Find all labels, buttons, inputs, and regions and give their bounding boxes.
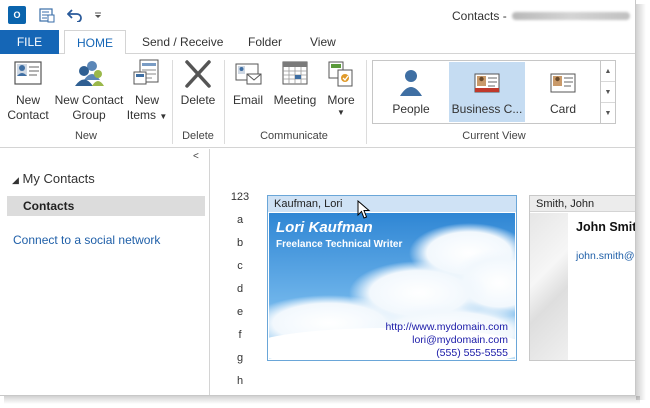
tab-folder[interactable]: Folder xyxy=(246,30,284,54)
new-items-button[interactable]: New Items ▼ xyxy=(124,58,170,124)
card-file-as: Smith, John xyxy=(530,196,635,212)
view-business-cards[interactable]: Business C... xyxy=(449,62,525,122)
undo-icon[interactable] xyxy=(66,6,84,24)
mouse-cursor-icon xyxy=(357,200,371,219)
card-side-graphic xyxy=(530,213,568,360)
alpha-index-123[interactable]: 123 xyxy=(228,191,252,203)
navigation-pane: < ◢ My Contacts Contacts Connect to a so… xyxy=(0,149,210,395)
group-label-delete: Delete xyxy=(182,130,214,142)
email-button[interactable]: Email xyxy=(228,58,268,108)
group-label-new: New xyxy=(74,130,97,142)
delete-button[interactable]: Delete xyxy=(176,58,220,108)
tab-view[interactable]: View xyxy=(308,30,338,54)
tab-home[interactable]: HOME xyxy=(64,30,126,55)
view-card[interactable]: Card xyxy=(527,62,599,122)
alpha-index-c[interactable]: c xyxy=(228,260,252,272)
alpha-index-b[interactable]: b xyxy=(228,237,252,249)
connect-social-link[interactable]: Connect to a social network xyxy=(13,233,160,247)
outlook-icon[interactable]: O xyxy=(8,6,26,24)
contact-group-icon xyxy=(75,61,104,86)
card-view-icon xyxy=(550,73,576,93)
new-items-label-1: New xyxy=(134,93,159,107)
view-card-label: Card xyxy=(549,102,576,116)
window-shadow xyxy=(636,4,646,400)
alpha-index-d[interactable]: d xyxy=(228,283,252,295)
meeting-button[interactable]: Meeting xyxy=(270,58,320,108)
card-email: lori@mydomain.com xyxy=(412,334,508,346)
card-contact-name: Lori Kaufman xyxy=(276,219,373,236)
more-actions-icon xyxy=(328,61,353,87)
business-card-kaufman[interactable]: Kaufman, Lori Lori Kaufman Freelance Tec… xyxy=(267,195,517,361)
new-contact-group-label-1: New Contact xyxy=(54,93,124,107)
card-file-as: Kaufman, Lori xyxy=(268,196,516,212)
view-gallery-scroll: ▲ ▼ ▼ xyxy=(600,60,616,124)
card-website: http://www.mydomain.com xyxy=(385,321,508,333)
alpha-index-h[interactable]: h xyxy=(228,375,252,387)
contacts-content: 123 a b c d e f g h Kaufman, Lori Lori K… xyxy=(211,149,636,395)
meeting-calendar-icon xyxy=(282,61,308,85)
redacted-account xyxy=(512,12,630,20)
current-view-gallery: People Business C... Card xyxy=(372,60,616,124)
view-people-label: People xyxy=(392,102,430,116)
new-items-label-2: Items ▼ xyxy=(126,108,168,122)
scroll-up-icon[interactable]: ▲ xyxy=(601,61,615,82)
card-body: Lori Kaufman Freelance Technical Writer … xyxy=(269,213,515,359)
group-label-current-view: Current View xyxy=(462,130,526,142)
card-phone: (555) 555-5555 xyxy=(436,347,508,359)
collapse-pane-icon[interactable]: < xyxy=(193,151,199,162)
chevron-down-icon: ▼ xyxy=(159,112,168,121)
customize-qat-icon[interactable] xyxy=(92,6,104,24)
window-shadow xyxy=(4,396,640,404)
view-business-cards-label: Business C... xyxy=(451,102,523,116)
delete-label: Delete xyxy=(180,93,216,107)
ribbon: New Contact New Contact Group New Items … xyxy=(0,54,635,148)
new-contact-group-button[interactable]: New Contact Group xyxy=(52,58,126,123)
card-contact-name: John Smit xyxy=(576,220,636,234)
alpha-index-f[interactable]: f xyxy=(228,329,252,341)
delete-x-icon xyxy=(185,60,211,88)
view-people[interactable]: People xyxy=(375,62,447,122)
chevron-down-icon: ▼ xyxy=(337,108,345,117)
email-icon xyxy=(235,63,262,85)
alpha-index-e[interactable]: e xyxy=(228,306,252,318)
tab-file[interactable]: FILE xyxy=(0,30,59,54)
my-contacts-label: My Contacts xyxy=(22,171,95,186)
scroll-down-icon[interactable]: ▼ xyxy=(601,82,615,103)
more-label: More xyxy=(327,93,355,107)
card-email: john.smith@ xyxy=(576,250,635,262)
new-contact-group-label-2: Group xyxy=(72,108,106,122)
meeting-label: Meeting xyxy=(273,93,317,107)
title-bar: O Contacts - xyxy=(0,0,635,30)
group-label-communicate: Communicate xyxy=(260,130,328,142)
window-title: Contacts - xyxy=(452,9,507,23)
new-contact-label-2: Contact xyxy=(7,108,49,122)
more-button[interactable]: More ▼ xyxy=(322,58,360,118)
group-separator xyxy=(366,60,367,144)
gallery-expand-icon[interactable]: ▼ xyxy=(601,103,615,124)
new-contact-label-1: New xyxy=(15,93,40,107)
expand-triangle-icon: ◢ xyxy=(12,175,19,185)
my-contacts-header[interactable]: ◢ My Contacts xyxy=(12,171,95,186)
folder-contacts[interactable]: Contacts xyxy=(7,196,205,216)
people-view-icon xyxy=(400,70,422,96)
send-receive-all-icon[interactable] xyxy=(38,6,56,24)
card-job-title: Freelance Technical Writer xyxy=(276,239,403,250)
business-card-smith[interactable]: Smith, John John Smit john.smith@ xyxy=(529,195,636,361)
email-label: Email xyxy=(232,93,263,107)
contact-card-icon xyxy=(14,61,42,85)
business-card-icon xyxy=(474,73,500,93)
ribbon-tabs: FILE HOME Send / Receive Folder View xyxy=(0,30,635,55)
new-items-icon xyxy=(133,59,159,85)
alpha-index-a[interactable]: a xyxy=(228,214,252,226)
new-contact-button[interactable]: New Contact xyxy=(4,58,52,123)
alpha-index-g[interactable]: g xyxy=(228,352,252,364)
tab-send-receive[interactable]: Send / Receive xyxy=(140,30,225,54)
outlook-window: O Contacts - FILE HOME Send / Receive Fo… xyxy=(0,0,636,396)
